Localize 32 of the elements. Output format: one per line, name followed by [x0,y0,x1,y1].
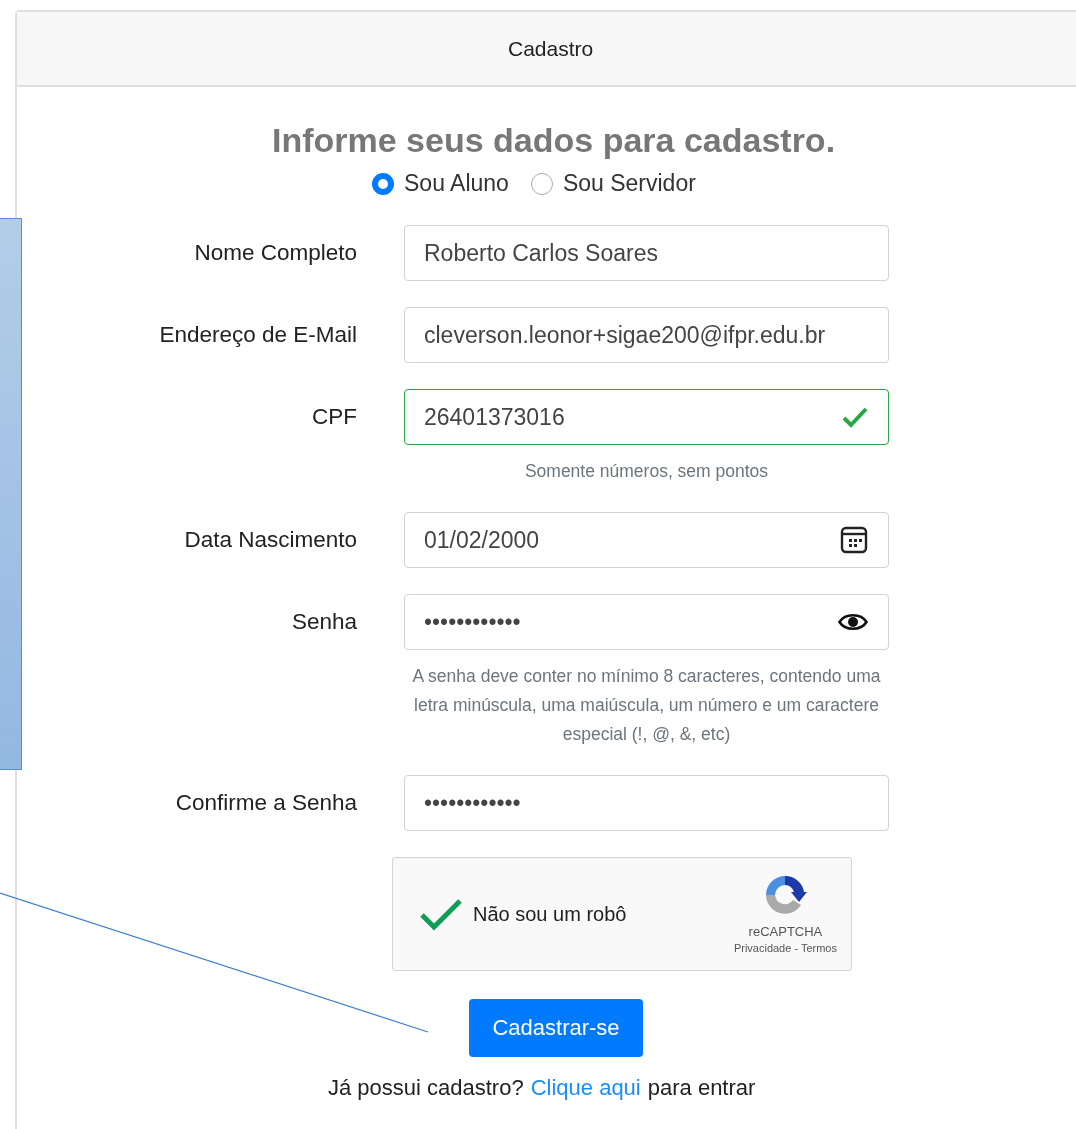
field-label: Nome Completo [193,239,357,267]
captcha-brand: reCAPTCHA [748,924,823,939]
field-label: CPF [311,403,357,431]
radio-button[interactable] [372,172,394,195]
login-prompt-end: para entrar [647,1075,756,1101]
login-prompt: Já possui cadastro? [328,1075,524,1101]
input-field[interactable]: 01/02/2000 [404,512,889,568]
input-field[interactable]: Roberto Carlos Soares [404,225,889,281]
field-label: Senha [290,608,357,636]
radio-button[interactable] [530,172,553,195]
help-text: A senha deve conter no mínimo 8 caracteres, contendo uma letra minúscula, uma maiúscula, um número e um caractere especial (!, @, &, etc) [411,665,882,746]
field-label: Confirme a Senha [174,789,357,817]
check-icon[interactable] [419,897,463,931]
help-text: Somente números, sem pontos [523,460,770,483]
submit-button[interactable]: Cadastrar-se [469,999,643,1057]
radio-label: Sou Servidor [562,170,696,197]
check-icon [842,406,868,428]
radio-label: Sou Aluno [404,170,509,197]
captcha-label: Não sou um robô [473,902,627,926]
radio-option[interactable]: Sou Aluno [372,170,509,197]
input-field[interactable]: cleverson.leonor+sigae200@ifpr.edu.br [404,307,889,363]
eye-icon[interactable] [838,612,868,632]
field-label: Endereço de E-Mail [158,321,357,349]
input-field[interactable]: 26401373016 [404,389,889,445]
radio-option[interactable]: Sou Servidor [530,170,696,197]
header-title: Cadastro [508,36,594,61]
field-label: Data Nascimento [183,526,357,554]
captcha-links[interactable]: Privacidade - Termos [733,942,837,954]
input-field[interactable]: •••••••••••• [404,775,889,831]
input-field[interactable]: •••••••••••• [404,594,889,650]
form-heading: Informe seus dados para cadastro. [272,121,836,160]
calendar-icon[interactable] [840,526,868,554]
